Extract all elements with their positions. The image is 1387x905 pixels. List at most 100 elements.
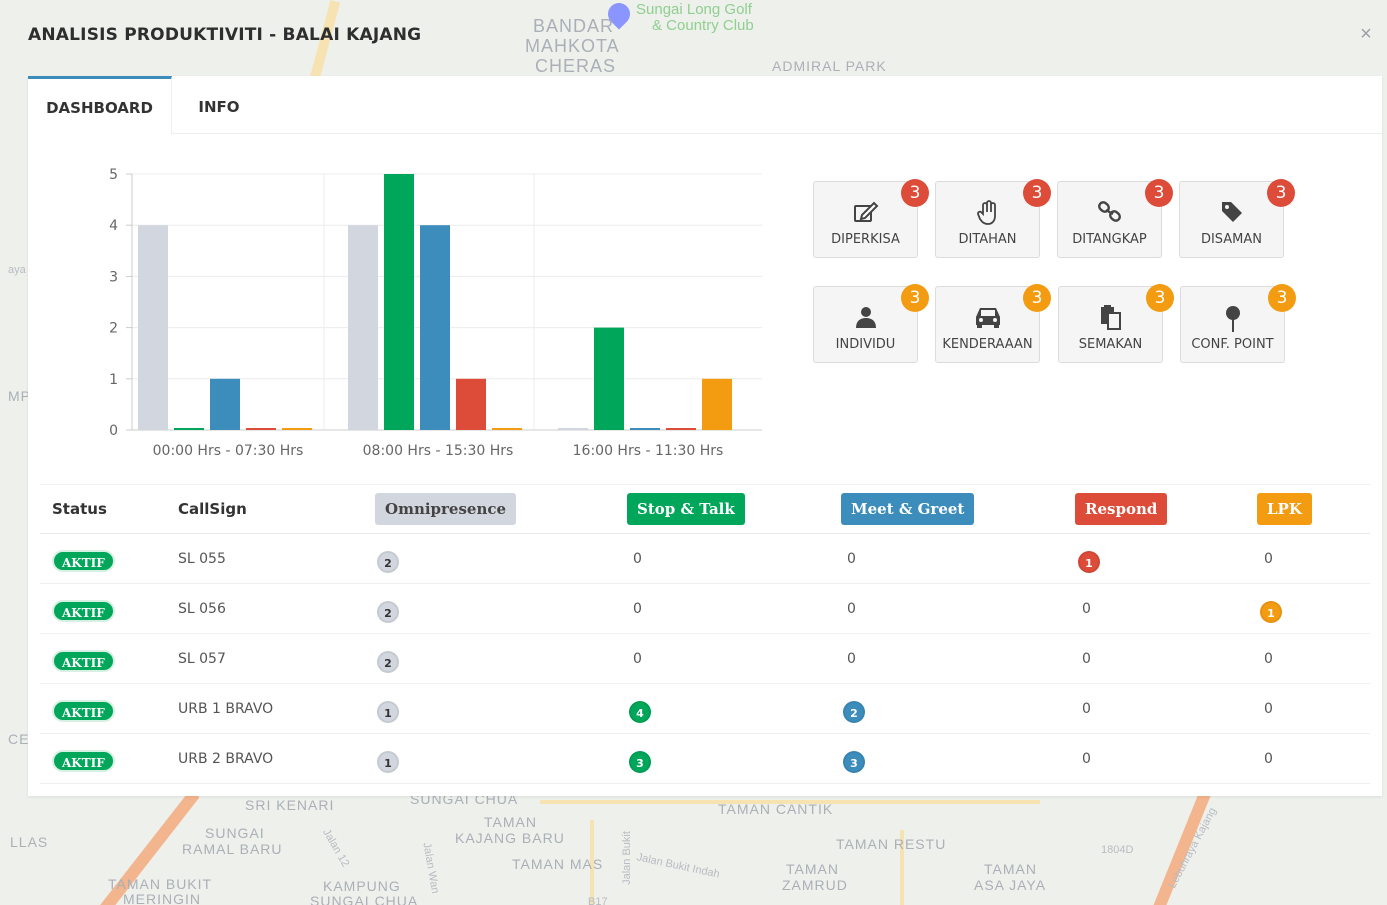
bar-respond — [246, 428, 276, 430]
map-road-label: Jalan Bukit — [620, 831, 633, 885]
stop-talk-count: 0 — [633, 651, 642, 667]
map-road-label: 1804D — [1101, 844, 1134, 856]
bar-lpk — [702, 378, 732, 430]
productivity-bar-chart: 0 1 2 3 4 5 00:00 Hrs - 07:30 Hrs 08:00 Hrs - 1… — [88, 166, 808, 476]
x-tick-label: 00:00 Hrs - 07:30 Hrs — [153, 443, 304, 459]
map-label: SRI KENARI — [245, 797, 335, 813]
lpk-count: 0 — [1264, 751, 1273, 767]
action-button-label: DIPERKISA — [831, 232, 900, 247]
stop-talk-count-badge: 4 — [629, 701, 651, 723]
bar-lpk — [492, 428, 522, 430]
tab-info[interactable]: INFO — [174, 76, 264, 134]
tab-dashboard[interactable]: DASHBOARD — [28, 76, 172, 134]
map-label: KAMPUNG — [323, 878, 401, 894]
action-button-ditangkap[interactable]: DITANGKAP 3 — [1057, 179, 1173, 258]
header-stop-talk: Stop & Talk — [627, 493, 745, 525]
y-tick-label: 5 — [109, 167, 118, 183]
count-badge: 3 — [1023, 284, 1051, 312]
header-callsign: CallSign — [178, 500, 247, 518]
table-row[interactable]: AKTIF SL 055 2 0 0 1 0 — [40, 534, 1370, 584]
x-tick-label: 16:00 Hrs - 11:30 Hrs — [573, 443, 724, 459]
count-badge: 3 — [1267, 179, 1295, 207]
callsign-cell: SL 057 — [178, 651, 226, 667]
table-header: Status CallSign Omnipresence Stop & Talk… — [40, 484, 1370, 534]
map-label: TAMAN CANTIK — [718, 801, 834, 817]
map-label: TAMAN — [484, 814, 537, 830]
action-button-semakan[interactable]: SEMAKAN 3 — [1058, 284, 1174, 363]
close-icon[interactable]: × — [1357, 24, 1375, 44]
table-row[interactable]: AKTIF URB 1 BRAVO 1 4 2 0 0 — [40, 684, 1370, 734]
chart-canvas: 0 1 2 3 4 5 00:00 Hrs - 07:30 Hrs 08:00 Hrs - 1… — [109, 167, 762, 459]
action-button-diperkisa[interactable]: DIPERKISA 3 — [813, 179, 929, 258]
bar-omnipresence — [558, 428, 588, 430]
map-label: ASA JAYA — [974, 877, 1047, 893]
bar-stop-talk — [174, 428, 204, 430]
action-button-confpoint[interactable]: CONF. POINT 3 — [1180, 284, 1296, 363]
productivity-modal: ANALISIS PRODUKTIVITI - BALAI KAJANG × D… — [10, 8, 1385, 798]
action-button-disaman[interactable]: DISAMAN 3 — [1179, 179, 1295, 258]
status-badge: AKTIF — [52, 750, 115, 772]
table-row[interactable]: AKTIF URB 2 BRAVO 1 3 3 0 0 — [40, 734, 1370, 784]
action-button-ditahan[interactable]: DITAHAN 3 — [935, 179, 1051, 258]
map-road-label: Jalan 12 — [320, 826, 352, 870]
map-label: TAMAN — [984, 861, 1037, 877]
bar-meet-greet — [210, 378, 240, 430]
callsign-cell: SL 055 — [178, 551, 226, 567]
omnipresence-count-badge: 2 — [377, 551, 399, 573]
header-meet-greet: Meet & Greet — [841, 493, 975, 525]
map-label: SUNGAI — [205, 825, 265, 841]
respond-count-badge: 1 — [1078, 551, 1100, 573]
y-tick-label: 1 — [109, 372, 118, 388]
map-label: SUNGAI CHUA — [310, 893, 419, 905]
callsign-cell: URB 2 BRAVO — [178, 751, 274, 767]
map-label: TAMAN BUKIT — [108, 876, 213, 892]
modal-title: ANALISIS PRODUKTIVITI - BALAI KAJANG — [28, 25, 422, 45]
bar-lpk — [282, 428, 312, 430]
meet-greet-count: 0 — [847, 651, 856, 667]
respond-count: 0 — [1082, 751, 1091, 767]
action-button-individu[interactable]: INDIVIDU 3 — [813, 284, 929, 363]
meet-greet-count-badge: 2 — [843, 701, 865, 723]
modal-body: DASHBOARD INFO 0 1 2 3 4 5 00:00 Hrs - 07:30 H… — [28, 76, 1382, 796]
omnipresence-count-badge: 2 — [377, 651, 399, 673]
table-row[interactable]: AKTIF SL 057 2 0 0 0 0 — [40, 634, 1370, 684]
map-road-label: B17 — [588, 896, 608, 905]
meet-greet-count: 0 — [847, 551, 856, 567]
meet-greet-count-badge: 3 — [843, 751, 865, 773]
map-label: KAJANG BARU — [455, 830, 565, 846]
header-status: Status — [52, 500, 107, 518]
map-label: ZAMRUD — [782, 877, 848, 893]
lpk-count-badge: 1 — [1260, 601, 1282, 623]
meet-greet-count: 0 — [847, 601, 856, 617]
map-label: TAMAN — [786, 861, 839, 877]
count-badge: 3 — [1146, 284, 1174, 312]
stop-talk-count: 0 — [633, 551, 642, 567]
modal-header: ANALISIS PRODUKTIVITI - BALAI KAJANG × — [10, 8, 1385, 76]
stop-talk-count-badge: 3 — [629, 751, 651, 773]
callsign-cell: URB 1 BRAVO — [178, 701, 274, 717]
respond-count: 0 — [1082, 651, 1091, 667]
car-icon — [936, 305, 1039, 331]
x-tick-label: 08:00 Hrs - 15:30 Hrs — [363, 443, 514, 459]
link-icon — [1058, 200, 1161, 226]
header-omnipresence: Omnipresence — [375, 493, 517, 525]
omnipresence-count-badge: 1 — [377, 751, 399, 773]
action-button-label: DITANGKAP — [1072, 232, 1147, 247]
status-badge: AKTIF — [52, 600, 115, 622]
table-row[interactable]: AKTIF SL 056 2 0 0 0 1 — [40, 584, 1370, 634]
count-badge: 3 — [1145, 179, 1173, 207]
action-button-label: SEMAKAN — [1078, 337, 1143, 352]
action-button-kenderaaan[interactable]: KENDERAAAN 3 — [935, 284, 1051, 363]
bar-meet-greet — [630, 428, 660, 430]
bar-stop-talk — [594, 327, 624, 430]
count-badge: 3 — [1268, 284, 1296, 312]
lpk-count: 0 — [1264, 701, 1273, 717]
header-lpk: LPK — [1257, 493, 1312, 525]
lpk-count: 0 — [1264, 651, 1273, 667]
map-label: TAMAN RESTU — [836, 836, 947, 852]
bar-respond — [456, 378, 486, 430]
count-badge: 3 — [1023, 179, 1051, 207]
map-label: MERINGIN — [123, 891, 201, 905]
omnipresence-count-badge: 1 — [377, 701, 399, 723]
map-pin-icon — [1181, 305, 1284, 332]
